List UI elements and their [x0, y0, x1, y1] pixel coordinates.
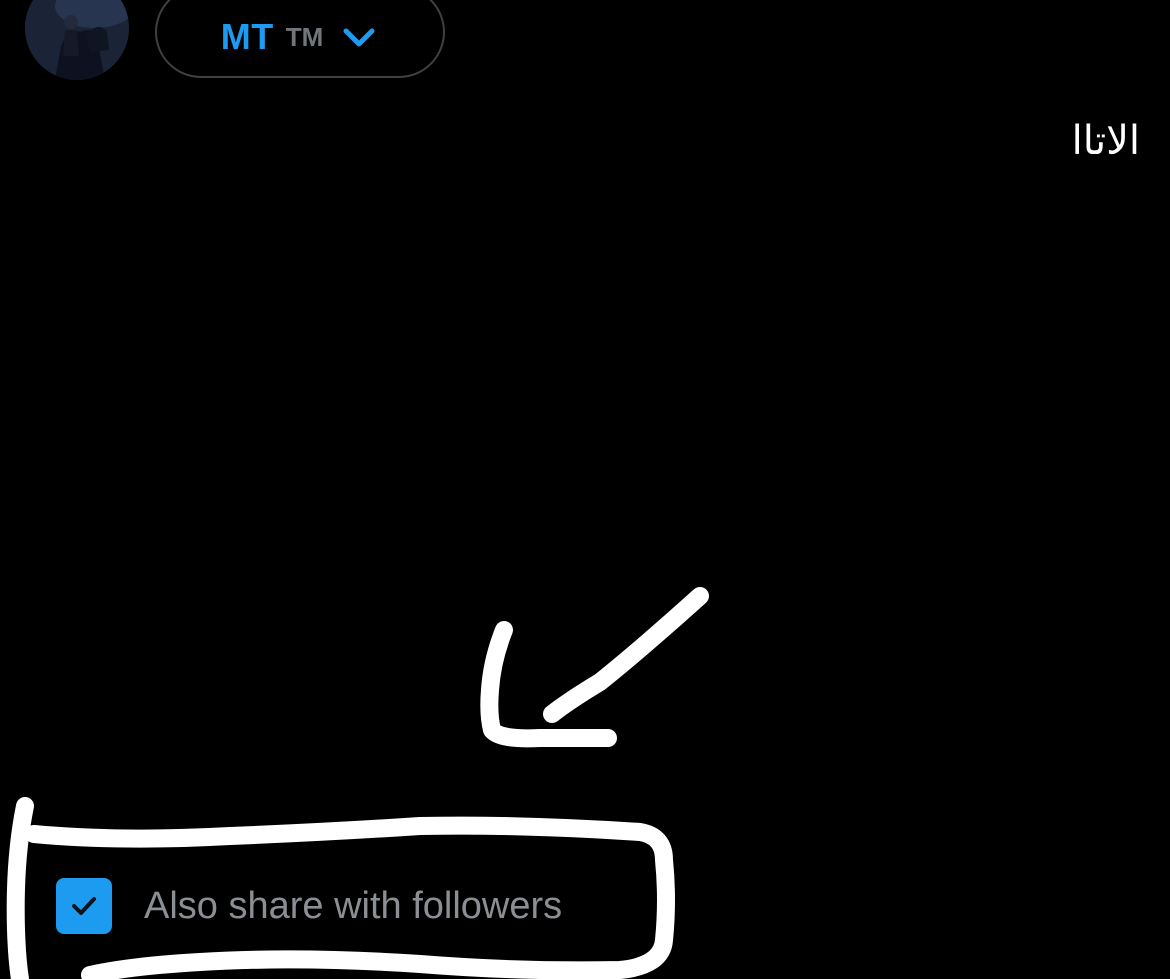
audience-name: MT	[220, 16, 274, 57]
audience-suffix: TM	[285, 21, 324, 52]
audience-selector-button[interactable]: MT TM	[155, 0, 445, 78]
avatar-image	[25, 0, 129, 80]
annotation-overlay	[6, 587, 709, 979]
avatar[interactable]	[25, 0, 129, 80]
chevron-down-icon	[343, 28, 375, 47]
share-option-label: Also share with followers	[144, 884, 563, 927]
share-with-followers-option[interactable]: Also share with followers	[56, 878, 562, 934]
post-text[interactable]: الاتاا	[1072, 118, 1140, 164]
hand-drawn-arrow-icon	[480, 587, 709, 748]
checkmark-icon	[72, 897, 96, 915]
share-checkbox[interactable]	[56, 878, 112, 934]
